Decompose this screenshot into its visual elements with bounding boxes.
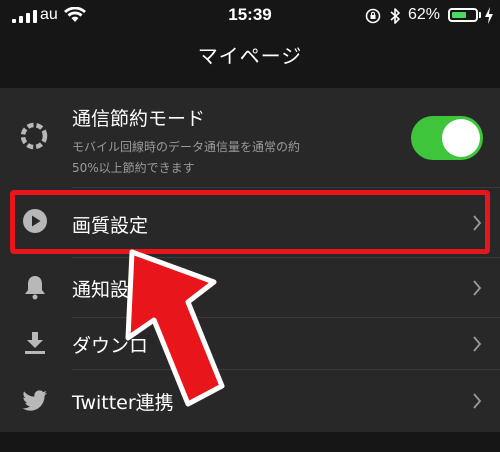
data-saver-label: 通信節約モード — [72, 108, 206, 130]
data-saver-description: モバイル回線時のデータ通信量を通常の約 50%以上節約できます — [72, 137, 392, 179]
data-saver-description-line2: 50%以上節約できます — [72, 161, 195, 175]
status-bar: au 15:39 62% — [0, 0, 500, 34]
downloads-row[interactable]: ダウンロ — [0, 318, 500, 370]
charging-icon — [485, 7, 493, 24]
pointer-arrow-icon — [125, 249, 225, 407]
chevron-right-icon — [473, 336, 482, 352]
battery-nub — [479, 12, 481, 18]
data-saver-row: 通信節約モード モバイル回線時のデータ通信量を通常の約 50%以上節約できます — [0, 88, 500, 188]
battery-icon — [448, 8, 478, 22]
page-title: マイページ — [197, 44, 303, 68]
screen: au 15:39 62% マイページ 通信節約モード モバイル回線時のデータ通信… — [0, 0, 500, 452]
orientation-lock-icon — [365, 8, 381, 24]
battery-percent: 62% — [408, 6, 441, 23]
notifications-row[interactable]: 通知設 — [0, 258, 500, 318]
toggle-knob — [442, 119, 480, 157]
highlight-box — [10, 190, 490, 254]
download-icon — [25, 332, 45, 354]
chevron-right-icon — [473, 393, 482, 409]
bluetooth-icon — [390, 8, 400, 24]
bell-icon — [25, 276, 45, 300]
chevron-right-icon — [473, 280, 482, 296]
twitter-icon — [22, 390, 47, 411]
data-saver-icon — [20, 122, 48, 150]
data-saver-description-line1: モバイル回線時のデータ通信量を通常の約 — [72, 140, 301, 154]
data-saver-toggle[interactable] — [411, 116, 483, 160]
list-footer-background — [0, 432, 500, 452]
battery-level-fill — [452, 12, 466, 18]
twitter-row[interactable]: Twitter連携 — [0, 370, 500, 432]
